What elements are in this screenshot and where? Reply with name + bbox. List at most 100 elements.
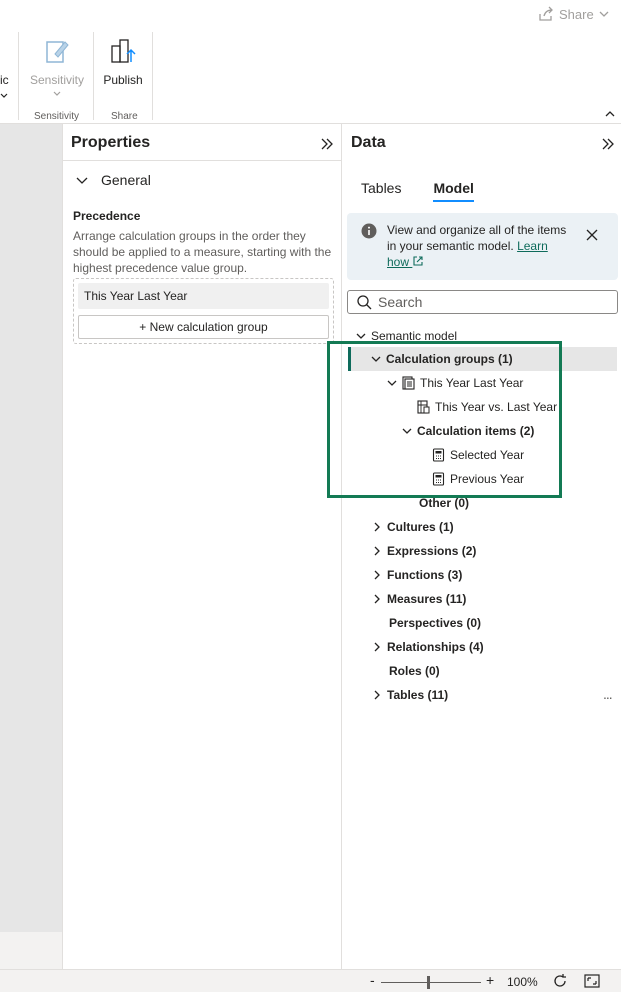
chevron-right-icon <box>371 689 383 701</box>
tree-node-this-year-last-year[interactable]: This Year Last Year <box>386 371 523 395</box>
column-icon <box>417 400 430 414</box>
tree-label: Cultures (1) <box>387 520 454 534</box>
publish-label: Publish <box>103 73 143 87</box>
info-banner: View and organize all of the items in yo… <box>347 213 618 280</box>
more-options-icon[interactable]: ... <box>603 686 613 702</box>
ribbon-cut-label: ic <box>0 73 9 87</box>
tree-label: Perspectives (0) <box>389 616 482 630</box>
ribbon: ic Sensitivity Sensitivity Publish Share <box>0 26 621 124</box>
chevron-down-icon[interactable] <box>0 92 8 100</box>
new-calculation-group-button[interactable]: + New calculation group <box>78 315 329 339</box>
tree-node-other[interactable]: Other (0) <box>419 491 469 515</box>
pane-divider <box>63 160 341 161</box>
tree-node-functions[interactable]: Functions (3) <box>371 563 462 587</box>
chevron-right-icon <box>371 545 383 557</box>
tree-label: Selected Year <box>450 448 525 462</box>
tree-label: Semantic model <box>371 329 458 343</box>
calculation-item-icon <box>432 472 445 486</box>
close-icon[interactable] <box>585 228 599 242</box>
tree-node-calculation-items[interactable]: Calculation items (2) <box>401 419 534 443</box>
calculation-group-icon <box>402 376 415 390</box>
zoom-value: 100% <box>507 975 538 989</box>
zoom-slider[interactable] <box>381 982 481 983</box>
chevron-down-icon <box>401 425 413 437</box>
data-title: Data <box>351 134 386 151</box>
share-group-label: Share <box>111 111 138 122</box>
tree-node-tables[interactable]: Tables (11) <box>371 683 448 707</box>
tree-label: Tables (11) <box>387 688 449 702</box>
chevron-right-icon <box>371 569 383 581</box>
search-input[interactable] <box>378 294 598 310</box>
report-canvas <box>0 124 62 932</box>
tree-label: Calculation items (2) <box>417 424 535 438</box>
chevron-right-icon <box>371 521 383 533</box>
tree-node-measures[interactable]: Measures (11) <box>371 587 466 611</box>
tree-node-cultures[interactable]: Cultures (1) <box>371 515 454 539</box>
ribbon-divider <box>93 32 94 120</box>
chevron-down-icon <box>370 353 382 365</box>
calculation-item-icon <box>432 448 445 462</box>
selection-indicator <box>348 347 351 371</box>
tree-label: This Year Last Year <box>420 376 524 390</box>
info-text-block: View and organize all of the items in yo… <box>387 222 567 270</box>
tree-node-expressions[interactable]: Expressions (2) <box>371 539 476 563</box>
publish-button[interactable]: Publish <box>98 34 148 87</box>
zoom-out-button[interactable]: - <box>370 972 375 988</box>
chevron-right-icon <box>371 593 383 605</box>
sensitivity-icon <box>41 34 73 69</box>
chevron-down-icon <box>53 91 61 96</box>
calculation-groups-list: This Year Last Year + New calculation gr… <box>73 278 334 344</box>
tree-label: Functions (3) <box>387 568 463 582</box>
share-icon <box>537 5 555 23</box>
calculation-group-item[interactable]: This Year Last Year <box>78 283 329 309</box>
search-box[interactable] <box>347 290 618 314</box>
tree-label: Relationships (4) <box>387 640 484 654</box>
collapse-ribbon-icon[interactable] <box>604 108 616 120</box>
fit-to-page-icon[interactable] <box>552 973 568 989</box>
tree-label: Roles (0) <box>389 664 440 678</box>
precedence-description: Arrange calculation groups in the order … <box>73 229 332 275</box>
external-link-icon <box>413 256 423 266</box>
share-button[interactable]: Share <box>537 5 610 23</box>
search-icon <box>357 295 372 310</box>
tree-label: Previous Year <box>450 472 525 486</box>
sensitivity-label: Sensitivity <box>29 73 85 87</box>
publish-icon <box>107 34 139 69</box>
zoom-in-button[interactable]: + <box>486 972 494 988</box>
zoom-slider-thumb[interactable] <box>427 976 430 989</box>
tree-label: Other (0) <box>419 496 470 510</box>
general-section-header[interactable]: General <box>75 172 151 188</box>
chevron-down-icon <box>386 377 398 389</box>
fullscreen-icon[interactable] <box>584 974 600 988</box>
page-tabs-area <box>0 932 62 969</box>
status-bar: - + 100% <box>0 969 621 992</box>
tree-node-selected-year[interactable]: Selected Year <box>432 443 524 467</box>
expand-pane-icon[interactable] <box>319 136 335 152</box>
tree-label: Expressions (2) <box>387 544 477 558</box>
tab-tables[interactable]: Tables <box>361 180 401 202</box>
share-label: Share <box>559 6 594 22</box>
tree-node-roles[interactable]: Roles (0) <box>389 659 440 683</box>
tree-node-calculation-groups[interactable]: Calculation groups (1) <box>348 347 617 371</box>
tree-label: Calculation groups (1) <box>386 352 513 366</box>
general-section-label: General <box>101 172 151 188</box>
tree-node-semantic-model[interactable]: Semantic model <box>355 324 457 348</box>
tree-node-perspectives[interactable]: Perspectives (0) <box>389 611 481 635</box>
expand-pane-icon[interactable] <box>600 136 616 152</box>
precedence-title: Precedence <box>73 209 141 223</box>
tree-node-previous-year[interactable]: Previous Year <box>432 467 524 491</box>
chevron-down-icon <box>598 8 610 20</box>
tree-label: Measures (11) <box>387 592 467 606</box>
ribbon-divider <box>18 32 19 120</box>
tab-model[interactable]: Model <box>433 180 475 202</box>
chevron-right-icon <box>371 641 383 653</box>
ribbon-divider <box>152 32 153 120</box>
chevron-down-icon <box>355 330 367 342</box>
sensitivity-button[interactable]: Sensitivity <box>27 34 87 98</box>
chevron-down-icon <box>76 177 88 184</box>
sensitivity-group-label: Sensitivity <box>34 111 80 122</box>
tree-label: This Year vs. Last Year <box>435 400 558 414</box>
data-tabs: Tables Model <box>361 180 475 202</box>
tree-node-this-year-vs-last-year[interactable]: This Year vs. Last Year <box>417 395 557 419</box>
tree-node-relationships[interactable]: Relationships (4) <box>371 635 484 659</box>
